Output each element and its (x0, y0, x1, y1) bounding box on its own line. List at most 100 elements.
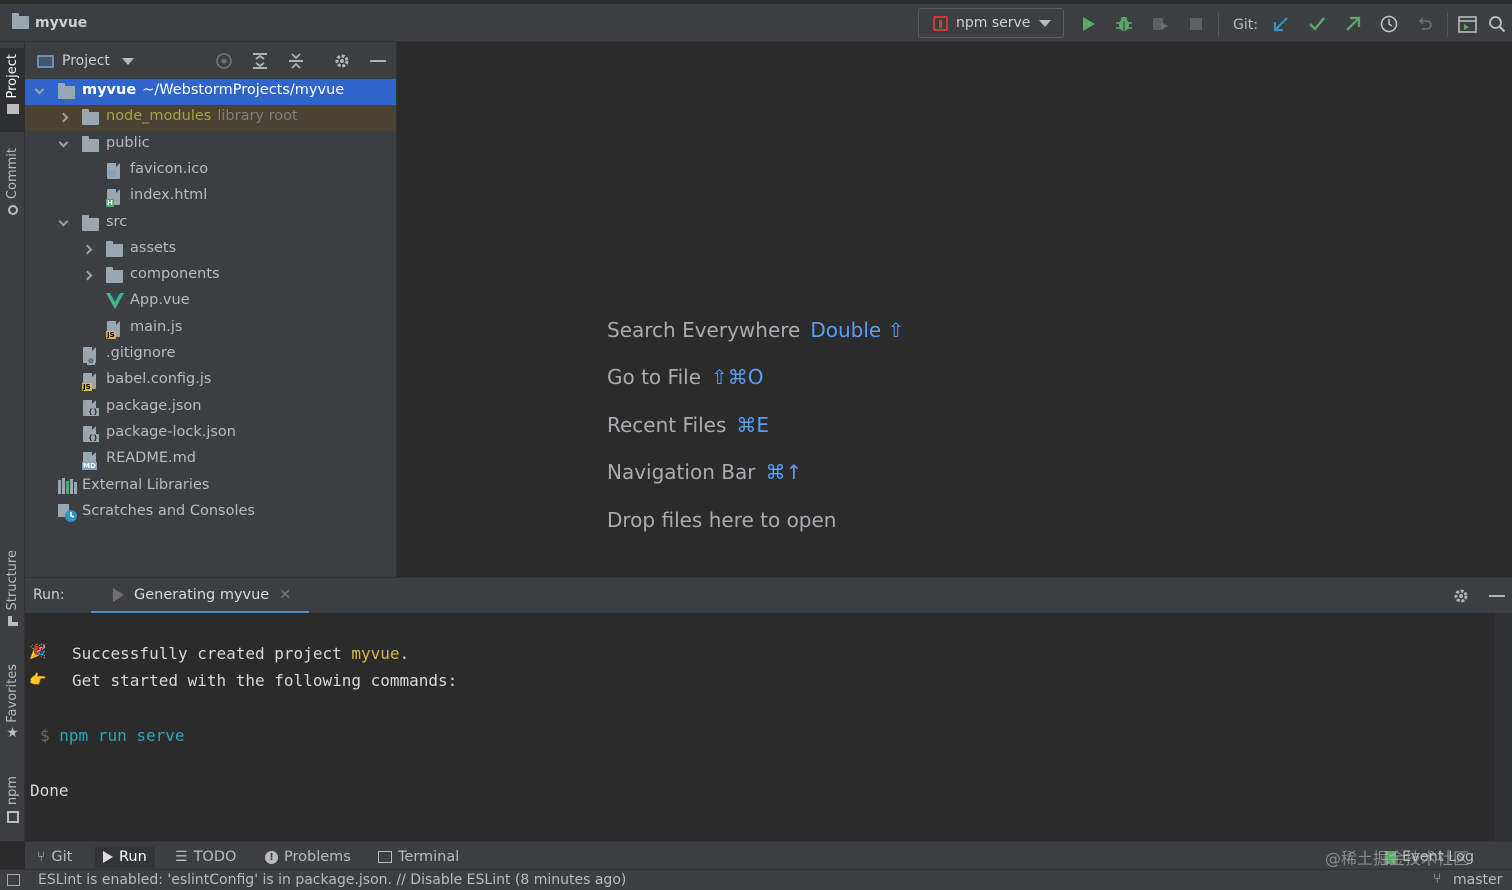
tree-item-node-modules[interactable]: node_modules library root (25, 105, 396, 132)
tree-item-components[interactable]: components (25, 263, 396, 289)
tree-item-package-json[interactable]: {} package.json (25, 395, 396, 421)
chevron-right-icon[interactable] (58, 112, 69, 123)
search-icon[interactable] (1487, 14, 1507, 34)
git-update-icon[interactable] (1271, 14, 1291, 34)
tree-item-assets[interactable]: assets (25, 237, 396, 263)
structure-icon (7, 616, 18, 627)
tree-item-label: README.md (106, 450, 196, 467)
git-commit-icon[interactable] (1307, 14, 1327, 34)
close-icon[interactable]: ✕ (279, 587, 291, 603)
run-icon[interactable] (1078, 14, 1098, 34)
rollback-icon[interactable] (1415, 14, 1435, 34)
tool-tab-structure[interactable]: Structure (0, 544, 25, 636)
tree-item-index-html[interactable]: Hindex.html (25, 184, 396, 210)
run-console-output[interactable]: 🎉 Successfully created project myvue. 👉 … (25, 613, 1495, 841)
run-tab-label: Generating myvue (134, 586, 270, 603)
tree-item-external-libraries[interactable]: External Libraries (25, 474, 396, 500)
tree-item-label: public (106, 134, 150, 151)
project-name: myvue (35, 14, 88, 31)
tool-tab-terminal[interactable]: Terminal (378, 846, 459, 868)
hint-text: Search Everywhere (607, 318, 801, 342)
hint-search-everywhere: Search Everywhere Double ⇧ (607, 318, 904, 342)
hint-shortcut: ⌘E (736, 413, 770, 437)
git-branch-icon: ⑂ (1433, 871, 1442, 887)
tree-item-package-lock-json[interactable]: {} package-lock.json (25, 421, 396, 447)
tool-tab-git[interactable]: ⑂ Git (37, 846, 72, 868)
tree-item-gitignore[interactable]: ⊘ .gitignore (25, 342, 396, 368)
hint-recent-files: Recent Files ⌘E (607, 413, 769, 437)
project-view-title[interactable]: Project (62, 53, 110, 69)
hide-panel-icon[interactable] (1487, 586, 1507, 606)
editor-empty-area[interactable]: Search Everywhere Double ⇧ Go to File ⇧⌘O … (397, 42, 1512, 577)
chevron-down-icon[interactable] (58, 137, 69, 148)
tree-item-label: index.html (130, 187, 208, 204)
star-icon: ★ (6, 724, 19, 741)
tree-item-readme-md[interactable]: MD README.md (25, 447, 396, 473)
tool-tab-run[interactable]: Run (95, 846, 155, 868)
tool-tab-commit[interactable]: Commit (0, 142, 25, 228)
gear-icon[interactable] (332, 51, 352, 71)
watermark: @稀土掘金技术社区 (1325, 849, 1470, 868)
hint-text: Navigation Bar (607, 460, 756, 484)
image-file-icon (106, 162, 122, 180)
console-scrollbar[interactable] (1495, 613, 1512, 841)
chevron-down-icon (1039, 19, 1051, 27)
tree-item-src[interactable]: src (25, 211, 396, 237)
tree-item-label: Scratches and Consoles (82, 502, 255, 519)
html-file-icon: H (106, 188, 122, 208)
hint-shortcut: Double ⇧ (810, 318, 905, 342)
hint-navigation-bar: Navigation Bar ⌘↑ (607, 460, 802, 484)
project-breadcrumb[interactable]: myvue (0, 13, 88, 31)
folder-icon (82, 135, 99, 154)
chevron-down-icon[interactable] (58, 216, 69, 226)
git-push-icon[interactable] (1343, 14, 1363, 34)
vue-icon (106, 293, 124, 311)
list-icon: ☰ (175, 849, 188, 865)
git-branch-widget[interactable]: master (1453, 872, 1502, 888)
hint-text: Go to File (607, 365, 701, 389)
chevron-down-icon[interactable] (121, 57, 134, 65)
console-line-command: $ npm run serve (40, 726, 185, 745)
stop-icon[interactable] (1186, 14, 1206, 34)
run-tab-generating-myvue[interactable]: Generating myvue ✕ (91, 578, 309, 614)
hint-shortcut: ⌘↑ (765, 460, 803, 484)
chevron-down-icon[interactable] (34, 84, 45, 95)
tree-item-public[interactable]: public (25, 132, 396, 158)
tree-item-favicon-ico[interactable]: favicon.ico (25, 158, 396, 184)
toolbar-divider (1447, 13, 1448, 37)
tree-item-app-vue[interactable]: App.vue (25, 289, 396, 315)
npm-icon (933, 15, 948, 31)
debug-icon[interactable] (1114, 14, 1134, 34)
expand-all-icon[interactable] (250, 51, 270, 71)
tree-item-babel-config-js[interactable]: JS babel.config.js (25, 368, 396, 394)
chevron-right-icon[interactable] (82, 270, 93, 281)
hide-panel-icon[interactable] (368, 51, 388, 71)
tool-windows-toggle-icon[interactable] (7, 874, 20, 886)
tree-item-main-js[interactable]: JS main.js (25, 316, 396, 342)
tool-tab-todo[interactable]: ☰ TODO (175, 846, 236, 868)
tree-item-myvue[interactable]: myvue ~/WebstormProjects/myvue (25, 79, 396, 105)
tool-tab-favorites-label: Favorites (5, 664, 20, 723)
status-message[interactable]: ESLint is enabled: 'eslintConfig' is in … (38, 872, 626, 888)
tool-tab-problems[interactable]: ! Problems (265, 846, 351, 868)
run-configuration-selector[interactable]: npm serve (918, 8, 1064, 38)
tool-tab-structure-label: Structure (5, 550, 20, 611)
tree-item-label: components (130, 266, 220, 283)
tree-item-scratches-and-consoles[interactable]: Scratches and Consoles (25, 500, 396, 526)
collapse-all-icon[interactable] (286, 51, 306, 71)
chevron-right-icon[interactable] (82, 244, 93, 255)
locate-file-icon[interactable] (214, 51, 234, 71)
tree-item-label: assets (130, 239, 177, 256)
run-with-coverage-icon[interactable] (1150, 14, 1170, 34)
tree-item-label: babel.config.js (106, 371, 212, 388)
tool-tab-project[interactable]: Project (0, 48, 25, 132)
tool-tab-project-label: Project (5, 54, 20, 99)
tool-tab-npm[interactable]: npm (0, 770, 25, 830)
gear-icon[interactable] (1451, 586, 1471, 606)
tool-tab-favorites[interactable]: Favorites ★ (0, 658, 25, 754)
hint-text: Recent Files (607, 413, 727, 437)
history-icon[interactable] (1379, 14, 1399, 34)
hint-drop-files: Drop files here to open (607, 508, 836, 532)
folder-icon (6, 104, 19, 115)
terminal-window-icon[interactable] (1457, 14, 1477, 34)
